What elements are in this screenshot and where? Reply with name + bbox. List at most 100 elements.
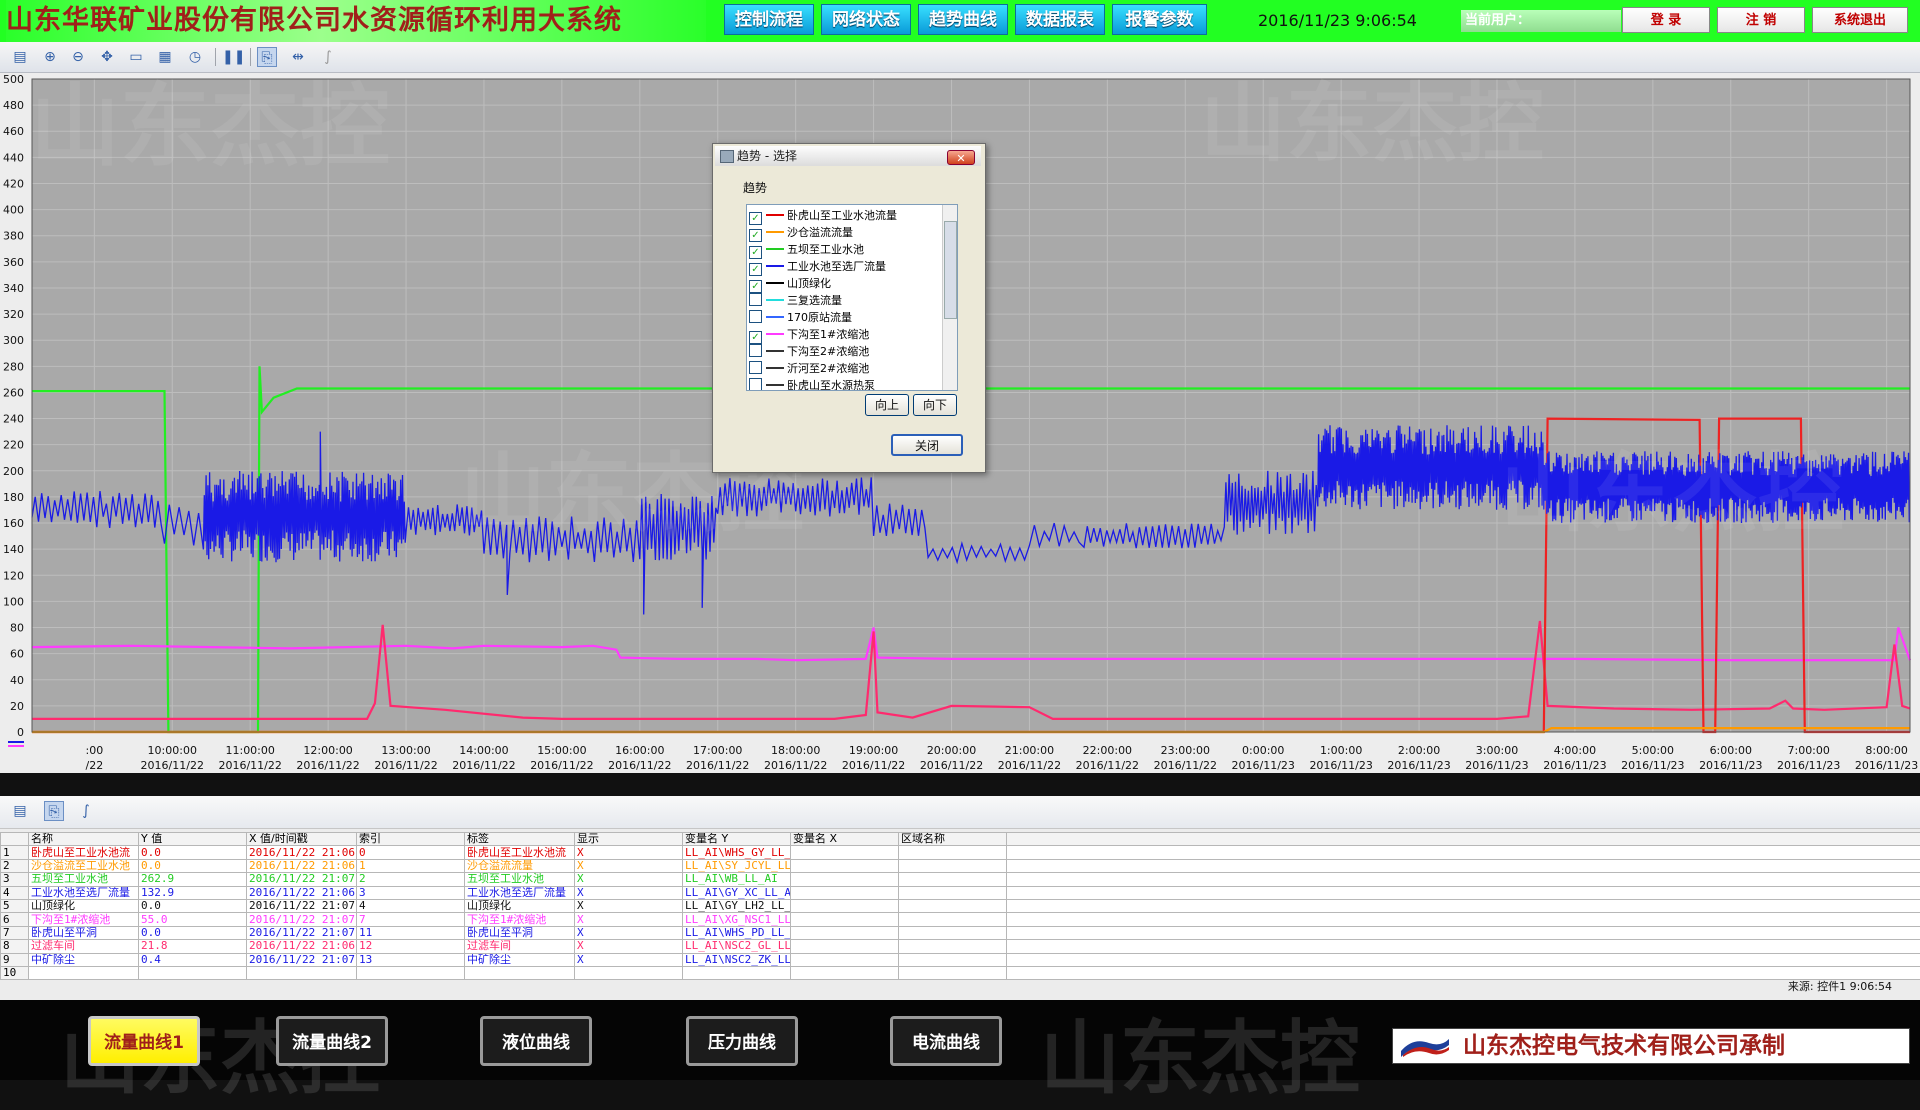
- y-tick-label: 0: [17, 726, 24, 739]
- table-cell: [791, 966, 899, 979]
- series-color-swatch: [766, 248, 784, 250]
- header-bar: 山东华联矿业股份有限公司水资源循环利用大系统 控制流程 网络状态 趋势曲线 数据…: [0, 0, 1920, 42]
- x-tick-time-label: 1:00:00: [1320, 744, 1362, 757]
- nav-alarm-params-button[interactable]: 报警参数: [1112, 4, 1207, 35]
- table-row[interactable]: 3五坝至工业水池262.92016/11/22 21:07:2五坝至工业水池XL…: [1, 873, 1920, 886]
- nav-data-report-button[interactable]: 数据报表: [1015, 4, 1105, 35]
- y-tick-label: 340: [3, 282, 24, 295]
- nav-network-status-button[interactable]: 网络状态: [821, 4, 911, 35]
- login-button[interactable]: 登 录: [1622, 7, 1710, 33]
- table-cell: 2016/11/22 21:07:: [247, 926, 357, 939]
- table-row[interactable]: 1卧虎山至工业水池流0.02016/11/22 21:06:50卧虎山至工业水池…: [1, 846, 1920, 859]
- table-cell: [899, 926, 1007, 939]
- scrollbar[interactable]: [942, 205, 957, 390]
- table-cell: [1007, 926, 1920, 939]
- trend-list-item[interactable]: ✓沙仓溢流流量: [749, 224, 853, 241]
- trend-checklist[interactable]: ✓卧虎山至工业水池流量✓沙仓溢流流量✓五坝至工业水池✓工业水池至选厂流量✓山顶绿…: [746, 204, 958, 391]
- move-down-button[interactable]: 向下: [913, 394, 957, 416]
- trend-group-label: 趋势: [743, 179, 767, 196]
- table-cell: X: [575, 846, 683, 859]
- flow-curve-2-button[interactable]: 流量曲线2: [276, 1016, 388, 1066]
- x-tick-time-label: 10:00:00: [148, 744, 197, 757]
- table-row[interactable]: 2沙仓溢流至工业水池0.02016/11/22 21:06:51沙仓溢流流量XL…: [1, 859, 1920, 872]
- column-header[interactable]: [1007, 833, 1920, 846]
- level-curve-button[interactable]: 液位曲线: [480, 1016, 592, 1066]
- x-tick-date-label: 2016/11/23: [1465, 759, 1528, 772]
- trend-list-item[interactable]: ✓下沟至1#浓缩池: [749, 326, 869, 343]
- column-header[interactable]: 显示: [575, 833, 683, 846]
- column-header[interactable]: 变量名 X: [791, 833, 899, 846]
- table-cell: [1007, 913, 1920, 926]
- trend-list-item[interactable]: 三复选流量: [749, 292, 842, 309]
- trend-item-label: 下沟至1#浓缩池: [787, 328, 869, 341]
- trend-list-item[interactable]: ✓卧虎山至工业水池流量: [749, 207, 897, 224]
- checkbox[interactable]: [749, 310, 762, 323]
- x-tick-time-label: 22:00:00: [1083, 744, 1132, 757]
- trend-list-item[interactable]: 下沟至2#浓缩池: [749, 343, 869, 360]
- table-cell: 0.4: [139, 953, 247, 966]
- trend-list-item[interactable]: ✓五坝至工业水池: [749, 241, 864, 258]
- table-row[interactable]: 4工业水池至选厂流量132.92016/11/22 21:06:53工业水池至选…: [1, 886, 1920, 899]
- trend-item-label: 工业水池至选厂流量: [787, 260, 886, 273]
- watermark: 山东杰控: [1200, 53, 1544, 178]
- column-header[interactable]: 变量名 Y: [683, 833, 791, 846]
- trend-list-item[interactable]: 沂河至2#浓缩池: [749, 360, 869, 377]
- x-tick-time-label: 17:00:00: [693, 744, 742, 757]
- column-header[interactable]: 索引: [357, 833, 465, 846]
- logout-button[interactable]: 注 销: [1717, 7, 1805, 33]
- trend-config-icon[interactable]: ▤: [10, 47, 30, 67]
- column-header[interactable]: [1, 833, 29, 846]
- trend-list-item[interactable]: 卧虎山至水源热泵: [749, 377, 875, 391]
- y-tick-label: 80: [10, 622, 24, 635]
- pressure-curve-button[interactable]: 压力曲线: [686, 1016, 798, 1066]
- x-tick-date-label: 2016/11/22: [686, 759, 749, 772]
- table-row[interactable]: 6下沟至1#浓缩池55.02016/11/22 21:07:7下沟至1#浓缩池X…: [1, 913, 1920, 926]
- column-header[interactable]: 区域名称: [899, 833, 1007, 846]
- table-cell: 五坝至工业水池: [29, 873, 139, 886]
- series-color-swatch: [766, 282, 784, 284]
- y-tick-label: 120: [3, 569, 24, 582]
- x-tick-date-label: 2016/11/23: [1387, 759, 1450, 772]
- trend-config-icon[interactable]: ▤: [10, 801, 30, 821]
- dialog-close-x-button[interactable]: ✕: [947, 150, 975, 165]
- column-header[interactable]: X 值/时间戳: [247, 833, 357, 846]
- trend-list-item[interactable]: 170原站流量: [749, 309, 852, 326]
- table-row[interactable]: 9中矿除尘0.42016/11/22 21:07:13中矿除尘XLL_AI\NS…: [1, 953, 1920, 966]
- table-cell: X: [575, 913, 683, 926]
- table-row[interactable]: 5山顶绿化0.02016/11/22 21:07:4山顶绿化XLL_AI\GY_…: [1, 899, 1920, 912]
- x-tick-time-label: 0:00:00: [1242, 744, 1284, 757]
- move-up-button[interactable]: 向上: [865, 394, 909, 416]
- checkbox[interactable]: [749, 293, 762, 306]
- trend-list-item[interactable]: ✓工业水池至选厂流量: [749, 258, 886, 275]
- flow-curve-1-button[interactable]: 流量曲线1: [88, 1016, 200, 1066]
- x-tick-date-label: 2016/11/22: [1154, 759, 1217, 772]
- checkbox[interactable]: [749, 344, 762, 357]
- table-row[interactable]: 7卧虎山至平洞0.02016/11/22 21:07:11卧虎山至平洞XLL_A…: [1, 926, 1920, 939]
- table-cell: 0.0: [139, 859, 247, 872]
- y-tick-label: 40: [10, 674, 24, 687]
- checkbox[interactable]: [749, 361, 762, 374]
- dialog-title-bar[interactable]: 趋势 - 选择 ✕: [715, 146, 981, 166]
- x-tick-date-label: 2016/11/22: [141, 759, 204, 772]
- table-row[interactable]: 8过滤车间21.82016/11/22 21:06:512过滤车间XLL_AI\…: [1, 940, 1920, 953]
- nav-control-flow-button[interactable]: 控制流程: [724, 4, 814, 35]
- y-tick-label: 260: [3, 386, 24, 399]
- trend-item-label: 下沟至2#浓缩池: [787, 345, 869, 358]
- nav-trend-curve-button[interactable]: 趋势曲线: [918, 4, 1008, 35]
- table-cell: [1007, 953, 1920, 966]
- column-header[interactable]: 标签: [465, 833, 575, 846]
- column-header[interactable]: 名称: [29, 833, 139, 846]
- tag-select-icon[interactable]: ⎘: [44, 801, 64, 821]
- legend-icon[interactable]: ∫: [76, 801, 96, 821]
- trend-list-item[interactable]: ✓山顶绿化: [749, 275, 831, 292]
- table-cell: [899, 953, 1007, 966]
- checkbox[interactable]: [749, 378, 762, 391]
- scrollbar-thumb[interactable]: [944, 221, 957, 319]
- dialog-close-button[interactable]: 关闭: [891, 434, 963, 456]
- table-row[interactable]: 10: [1, 966, 1920, 979]
- current-curve-button[interactable]: 电流曲线: [890, 1016, 1002, 1066]
- current-user-label: 当前用户：: [1461, 10, 1621, 32]
- table-cell: [29, 966, 139, 979]
- exit-system-button[interactable]: 系统退出: [1812, 7, 1908, 33]
- column-header[interactable]: Y 值: [139, 833, 247, 846]
